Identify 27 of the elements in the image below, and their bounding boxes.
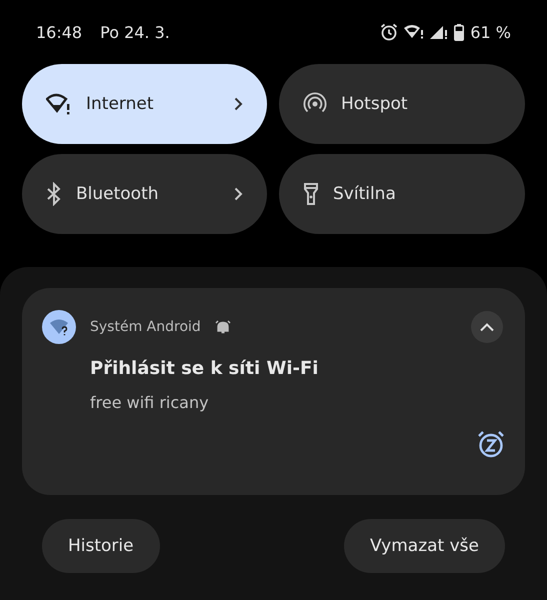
signal-icon — [430, 24, 448, 40]
date: Po 24. 3. — [100, 22, 170, 42]
snooze-icon[interactable] — [477, 430, 505, 458]
shade-button[interactable]: Historie — [42, 519, 160, 573]
bell-icon — [214, 319, 231, 335]
shade-button[interactable]: Vymazat vše — [344, 519, 505, 573]
notification-title: Přihlásit se k síti Wi-Fi — [90, 358, 320, 379]
battery-icon — [454, 24, 464, 40]
notification-text: free wifi ricany — [90, 393, 210, 412]
quick-settings-tile[interactable]: Bluetooth — [22, 154, 267, 234]
wifi-warning-icon — [404, 24, 424, 40]
battery-percentage: 61 % — [470, 22, 511, 42]
chevron-right-icon — [234, 97, 243, 111]
clock: 16:48 — [36, 22, 82, 42]
notification-card[interactable]: Systém Android Přihlásit se k síti Wi-Fi free wifi ricany — [22, 288, 525, 495]
quick-settings-tile[interactable]: Svítilna — [279, 154, 525, 234]
alarm-clock-icon — [380, 23, 398, 41]
wifi-question-icon — [42, 310, 76, 344]
flashlight-icon — [303, 182, 319, 206]
chevron-right-icon — [234, 187, 243, 201]
wifi-warning-icon — [46, 93, 72, 115]
quick-settings-tile[interactable]: Hotspot — [279, 64, 525, 144]
bluetooth-icon — [46, 182, 62, 206]
quick-settings-tile[interactable]: Internet — [22, 64, 267, 144]
chevron-icon — [479, 322, 495, 332]
app-name: Systém Android — [90, 319, 201, 335]
collapse-button[interactable] — [471, 311, 503, 343]
